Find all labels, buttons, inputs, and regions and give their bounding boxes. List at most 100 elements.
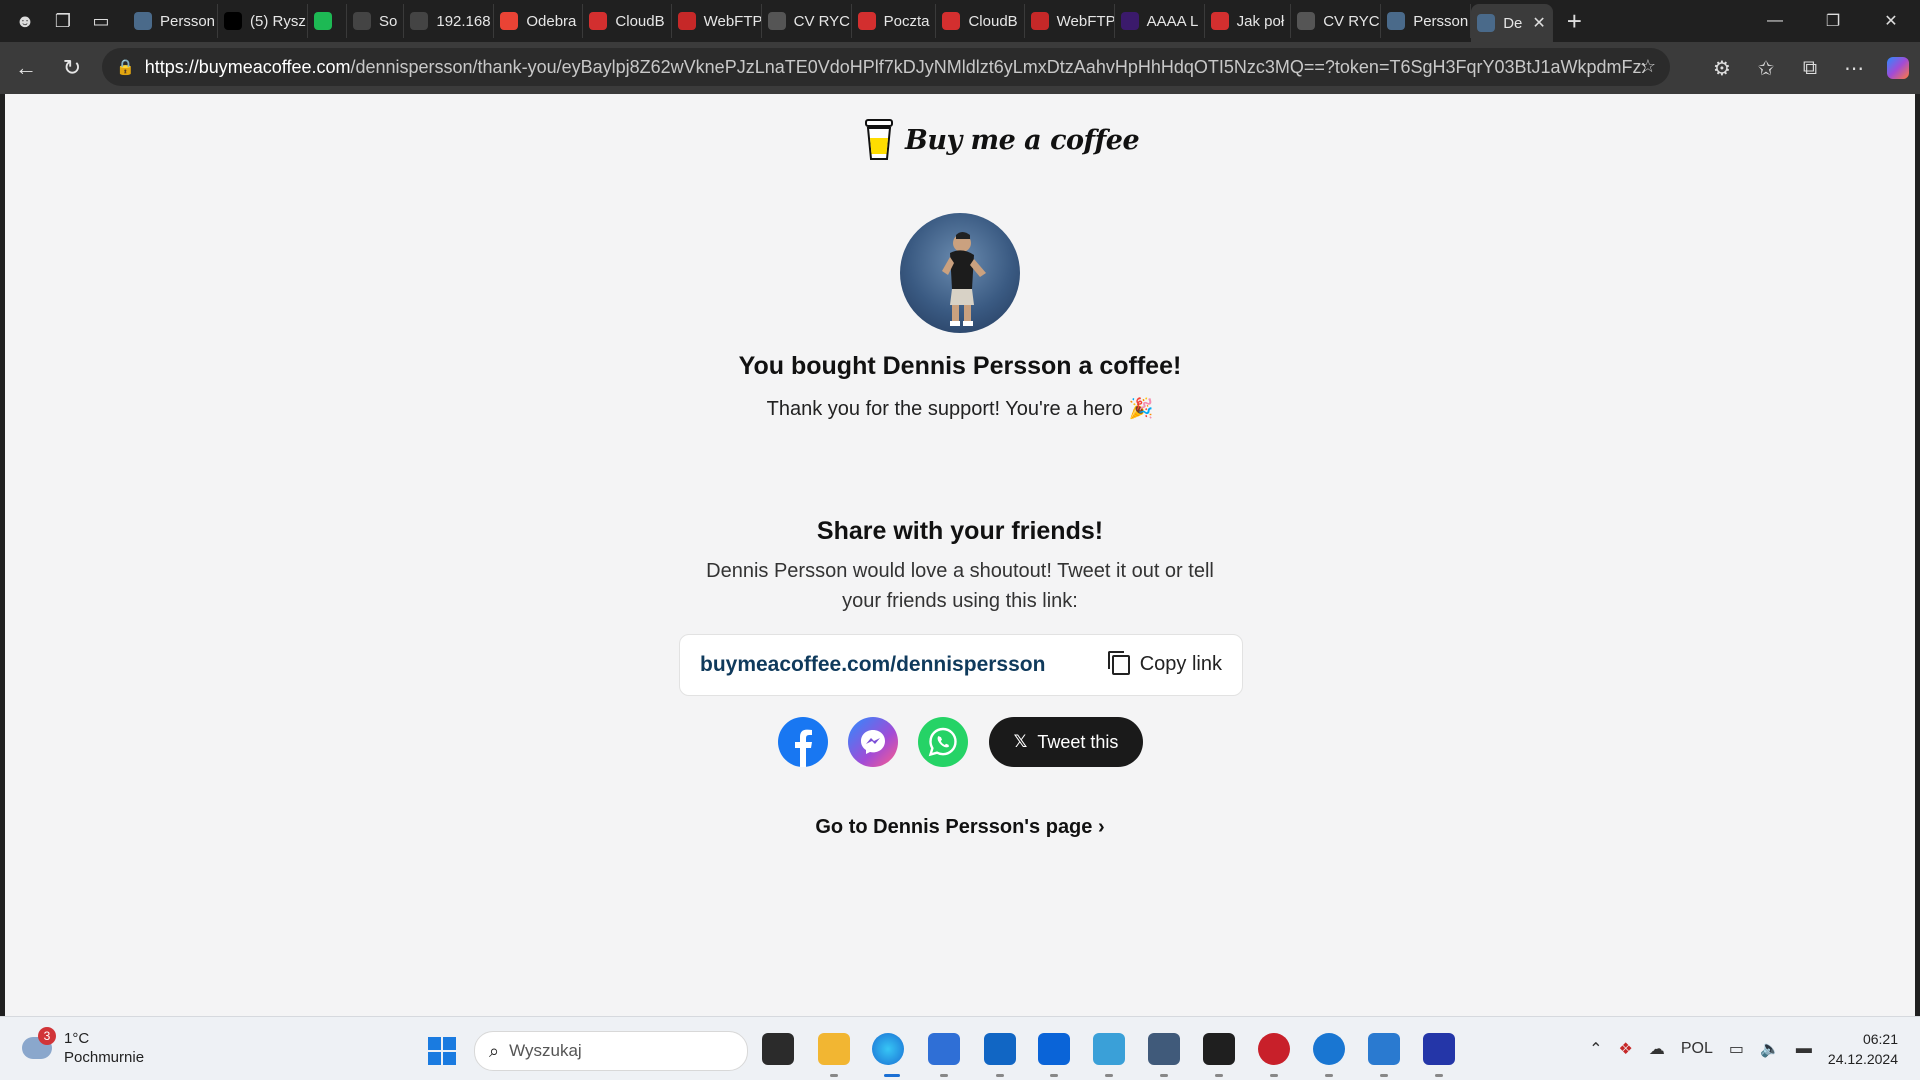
browser-tab[interactable]: Odebra [494,4,584,38]
collections-icon[interactable]: ❐ [50,8,76,34]
browser-tab[interactable]: AAAA L [1115,4,1205,38]
image-viewer-icon[interactable] [1368,1033,1400,1065]
tab-favicon-icon [500,12,519,30]
tab-label: Jak poł [1236,12,1285,30]
tab-favicon-icon [224,12,242,30]
battery-icon[interactable]: ▬ [1796,1040,1812,1058]
save-disk-icon[interactable] [1423,1033,1455,1065]
weather-widget[interactable]: 3 1°C Pochmurnie [22,1027,145,1067]
coffee-cup-icon [863,118,895,162]
tab-label: Poczta [883,12,930,30]
more-menu-icon[interactable]: ⋯ [1832,56,1876,81]
web-page: Buy me a coffee You bought Dennis Persso… [5,94,1915,1016]
close-tab-icon[interactable]: ✕ [1532,13,1545,33]
media-app-icon[interactable] [1258,1033,1290,1065]
copilot-icon[interactable] [1876,57,1920,79]
tab-favicon-icon [1210,12,1229,30]
browser-tab[interactable]: WebFTP [1025,4,1115,38]
help-app-icon[interactable] [1313,1033,1345,1065]
search-icon: ⌕ [489,1040,500,1061]
tab-favicon-icon [677,12,696,30]
profile-icon[interactable]: ☻ [12,8,38,34]
start-button[interactable] [428,1037,456,1065]
clock[interactable]: 06:21 24.12.2024 [1828,1029,1898,1069]
browser-tab[interactable]: CloudB [936,4,1025,38]
extensions-icon[interactable]: ⚙ [1700,56,1744,81]
address-bar[interactable]: 🔒 https://buymeacoffee.com/dennispersson… [102,48,1670,86]
lock-icon[interactable]: 🔒 [116,58,135,76]
weather-description: Pochmurnie [64,1049,145,1066]
buymeacoffee-logo[interactable]: Buy me a coffee [863,118,1140,162]
close-window-icon[interactable]: ✕ [1862,0,1920,42]
file-explorer-icon[interactable] [818,1033,850,1065]
address-bar-row: ← ↻ 🔒 https://buymeacoffee.com/dennisper… [0,42,1920,94]
tab-label: CV RYC [1323,12,1380,30]
tab-favicon-icon [353,12,371,30]
monitor-app-icon[interactable] [1093,1033,1125,1065]
task-view-icon[interactable] [762,1033,794,1065]
tab-actions-icon[interactable]: ▭ [88,8,114,34]
tab-favicon-icon [134,12,152,30]
messenger-share-button[interactable] [848,717,898,767]
tab-favicon-icon [942,12,961,30]
browser-tab[interactable]: WebFTP [672,4,762,38]
share-link-url[interactable]: buymeacoffee.com/dennispersson [700,653,1045,677]
browser-tab[interactable]: Persson [128,4,218,38]
microsoft-store-icon[interactable] [928,1033,960,1065]
new-tab-button[interactable]: + [1567,6,1582,37]
tab-label: (5) Rysz [250,12,306,30]
outlook-icon[interactable] [984,1033,1016,1065]
virtualbox-icon[interactable] [1148,1033,1180,1065]
system-tray: ⌃ ❖ ☁ POL ▭ 🔈 ▬ 06:21 24.12.2024 [1581,1017,1920,1080]
favorite-star-icon[interactable]: ☆ [1640,56,1656,77]
browser-tab[interactable]: Persson [1381,4,1472,38]
browser-tab[interactable]: (5) Rysz [218,4,308,38]
language-indicator[interactable]: POL [1681,1040,1713,1058]
browser-tab[interactable]: CV RYC [762,4,852,38]
collections-toolbar-icon[interactable]: ⧉ [1788,57,1832,80]
tab-favicon-icon [767,12,786,30]
browser-tab[interactable]: CV RYC [1291,4,1382,38]
edge-browser-icon[interactable] [872,1033,904,1065]
tab-favicon-icon [1477,14,1496,32]
browser-tab[interactable]: 192.168 [404,4,495,38]
url-text[interactable]: https://buymeacoffee.com/dennispersson/t… [145,57,1645,78]
whatsapp-icon [928,727,957,757]
messenger-icon [861,730,885,754]
tab-strip: Persson (5) Rysz So 192.168 Odebra CloudB WebF… [128,0,1553,42]
terminal-icon[interactable] [1203,1033,1235,1065]
tweet-this-button[interactable]: 𝕏 Tweet this [989,717,1143,767]
minimize-icon[interactable]: — [1746,0,1804,42]
back-icon[interactable]: ← [6,48,46,88]
copy-link-label: Copy link [1139,653,1222,675]
browser-tab[interactable]: So [347,4,405,38]
tab-label: WebFTP [703,12,762,30]
tab-favicon-icon [314,12,332,30]
tab-label: CV RYC [793,12,851,30]
restore-icon[interactable]: ❐ [1804,0,1862,42]
browser-tab[interactable]: Poczta [852,4,937,38]
go-to-creator-page-link[interactable]: Go to Dennis Persson's page › [5,816,1915,839]
tweet-this-label: Tweet this [1037,731,1119,752]
whatsapp-share-button[interactable] [918,717,968,767]
security-app-icon[interactable]: ❖ [1619,1039,1633,1059]
tab-favicon-icon [410,12,429,30]
favorites-icon[interactable]: ✩ [1744,56,1788,81]
facebook-share-button[interactable] [778,717,828,767]
audio-app-icon[interactable] [1038,1033,1070,1065]
search-placeholder: Wyszukaj [509,1041,582,1060]
network-icon[interactable]: ▭ [1729,1039,1744,1059]
chevron-up-icon[interactable]: ⌃ [1589,1039,1602,1059]
browser-tab[interactable]: Jak poł [1205,4,1292,38]
onedrive-cloud-icon[interactable]: ☁ [1649,1039,1665,1059]
browser-tab[interactable] [308,4,347,38]
browser-tab[interactable]: De ✕ [1471,4,1553,42]
browser-toolbar-right: ⚙ ✩ ⧉ ⋯ [1700,42,1920,94]
taskbar-search[interactable]: ⌕ Wyszukaj [474,1031,748,1071]
refresh-icon[interactable]: ↻ [52,48,92,88]
volume-icon[interactable]: 🔈 [1760,1039,1780,1059]
window-controls: — ❐ ✕ [1746,0,1920,42]
browser-tab[interactable]: CloudB [583,4,672,38]
tab-label: 192.168 [436,12,491,30]
copy-link-button[interactable]: Copy link [1107,650,1222,676]
